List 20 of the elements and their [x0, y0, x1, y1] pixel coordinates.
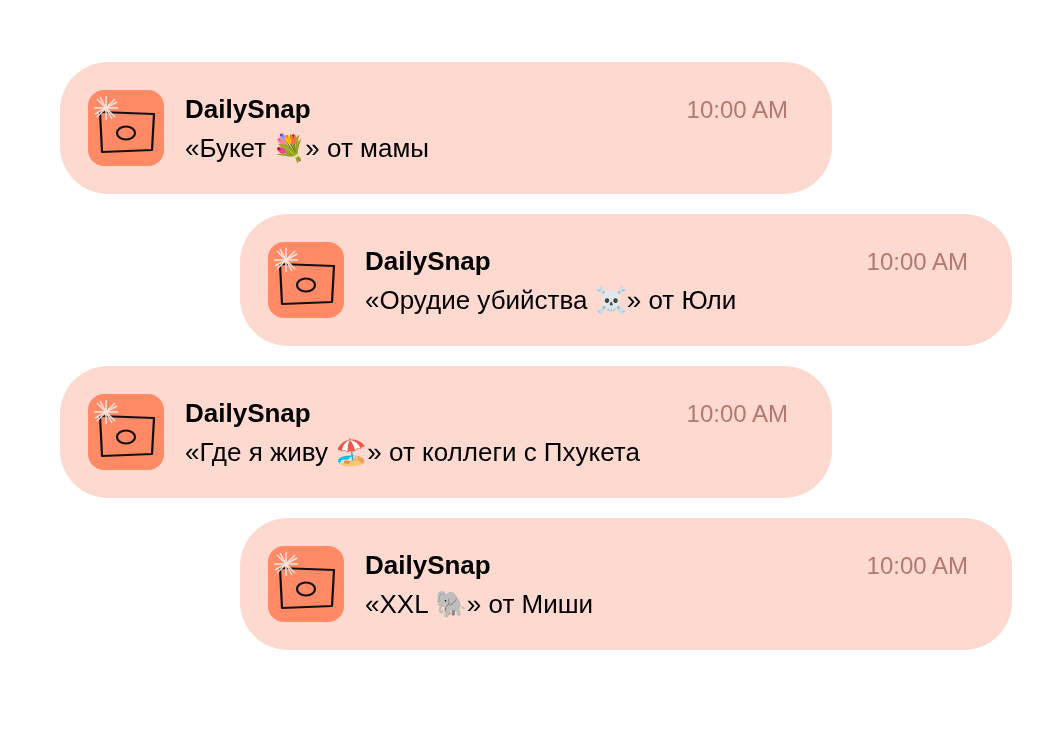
- notification-message: «Букет 💐» от мамы: [185, 131, 430, 164]
- timestamp: 10:00 AM: [686, 94, 788, 125]
- notification-card[interactable]: DailySnap 10:00 AM «Орудие убийства ☠» от Юли: [240, 214, 1012, 346]
- timestamp: 10:00 AM: [866, 550, 968, 581]
- app-name: DailySnap: [185, 92, 311, 125]
- app-name: DailySnap: [365, 244, 491, 277]
- notification-message: «XXL 🐘» от Миши: [365, 587, 595, 620]
- notification-message: «Орудие убийства ☠» от Юли: [365, 283, 738, 316]
- timestamp: 10:00 AM: [866, 246, 968, 277]
- notification-card[interactable]: DailySnap 10:00 AM «Букет 💐» от мамы: [60, 62, 832, 194]
- notification-card[interactable]: DailySnap 10:00 AM «Где я живу 🏖» от коллеги с Пхукета: [60, 366, 832, 498]
- timestamp: 10:00 AM: [686, 398, 788, 429]
- app-icon: [88, 90, 164, 166]
- app-icon: [268, 242, 344, 318]
- notification-message: «Где я живу 🏖» от коллеги с Пхукета: [185, 435, 641, 468]
- notification-card[interactable]: DailySnap 10:00 AM «XXL 🐘» от Миши: [240, 518, 1012, 650]
- app-icon: [88, 394, 164, 470]
- app-name: DailySnap: [365, 548, 491, 581]
- app-name: DailySnap: [185, 396, 311, 429]
- app-icon: [268, 546, 344, 622]
